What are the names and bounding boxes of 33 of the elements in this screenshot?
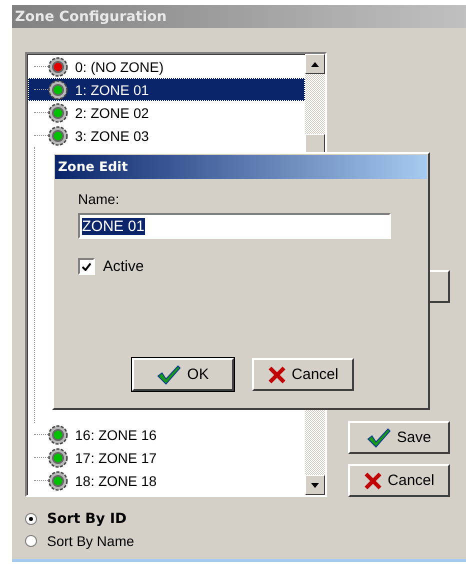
dialog-title: Zone Edit xyxy=(55,155,427,179)
status-icon xyxy=(48,80,68,100)
zone-item[interactable]: 0: (NO ZONE) xyxy=(28,55,305,78)
window-title: Zone Configuration xyxy=(12,5,466,28)
name-field[interactable]: ZONE 01 xyxy=(78,213,391,239)
status-icon xyxy=(48,56,68,76)
zone-item[interactable]: 1: ZONE 01 xyxy=(28,78,305,101)
status-icon xyxy=(48,102,68,122)
cancel-button[interactable]: Cancel xyxy=(252,358,354,391)
check-icon xyxy=(157,364,182,384)
zone-item[interactable]: 16: ZONE 16 xyxy=(28,423,305,446)
status-icon xyxy=(48,448,68,468)
down-arrow-icon xyxy=(311,482,319,488)
cancel-button[interactable]: Cancel xyxy=(348,464,450,497)
up-arrow-icon xyxy=(311,62,319,66)
checkmark-icon xyxy=(82,262,91,270)
zone-item[interactable]: 3: ZONE 03 xyxy=(28,124,305,147)
x-icon xyxy=(268,366,286,384)
zone-item[interactable]: 18: ZONE 18 xyxy=(28,469,305,492)
name-label: Name: xyxy=(78,191,120,207)
status-icon xyxy=(48,126,68,146)
status-icon xyxy=(48,470,68,490)
check-icon xyxy=(366,428,391,448)
sort-radio[interactable]: Sort By ID xyxy=(25,511,466,527)
sort-radio[interactable]: Sort By Name xyxy=(25,533,466,549)
ok-button[interactable]: OK xyxy=(132,358,234,391)
zone-item[interactable]: 2: ZONE 02 xyxy=(28,101,305,124)
active-checkbox[interactable] xyxy=(78,258,95,275)
active-label: Active xyxy=(103,258,144,275)
zone-item[interactable]: 17: ZONE 17 xyxy=(28,446,305,469)
x-icon xyxy=(364,472,382,490)
save-button[interactable]: Save xyxy=(348,421,450,454)
status-icon xyxy=(48,424,68,444)
